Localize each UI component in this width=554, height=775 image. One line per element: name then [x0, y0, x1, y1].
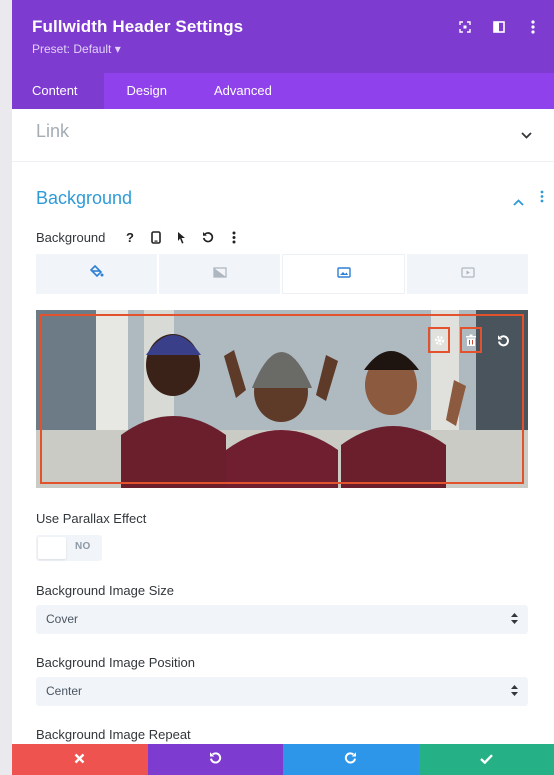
- panel-title: Fullwidth Header Settings: [32, 17, 244, 36]
- split-view-icon[interactable]: [492, 20, 506, 34]
- parallax-label: Use Parallax Effect: [36, 511, 147, 526]
- tab-background-gradient[interactable]: [159, 254, 280, 294]
- parallax-toggle[interactable]: NO: [36, 535, 102, 561]
- background-option-label: Background: [36, 230, 106, 245]
- help-icon[interactable]: ?: [123, 229, 137, 245]
- settings-gear-icon[interactable]: [428, 327, 450, 353]
- image-position-label: Background Image Position: [36, 655, 195, 670]
- section-background-title[interactable]: Background: [36, 188, 132, 209]
- undo-icon: [209, 751, 222, 769]
- image-size-value: Cover: [46, 612, 79, 626]
- reset-icon[interactable]: [492, 327, 514, 353]
- tab-design[interactable]: Design: [104, 73, 194, 109]
- panel-header: Fullwidth Header Settings Preset: Defaul…: [12, 0, 554, 73]
- close-icon: [74, 751, 85, 769]
- tab-content[interactable]: Content: [12, 73, 104, 109]
- redo-button[interactable]: [283, 744, 419, 775]
- select-arrows-icon: [511, 613, 518, 627]
- preset-dropdown[interactable]: Preset: Default ▾: [32, 42, 121, 56]
- background-image-preview[interactable]: [36, 310, 528, 488]
- background-option-tools: ?: [123, 229, 241, 245]
- bottom-action-bar: [12, 744, 554, 775]
- chevron-down-icon: [521, 126, 532, 144]
- redo-icon: [344, 751, 357, 769]
- image-icon: [336, 265, 351, 283]
- section-link-title: Link: [36, 121, 70, 141]
- chevron-up-icon[interactable]: [513, 193, 524, 211]
- undo-button[interactable]: [147, 744, 283, 775]
- save-button[interactable]: [418, 744, 554, 775]
- section-more-icon[interactable]: [540, 190, 544, 208]
- settings-tabs: Content Design Advanced: [12, 73, 554, 109]
- image-position-select[interactable]: Center: [36, 677, 528, 706]
- header-actions: [458, 20, 540, 34]
- toggle-knob: [38, 537, 66, 559]
- tab-background-color[interactable]: [36, 254, 157, 294]
- image-position-value: Center: [46, 684, 83, 698]
- image-size-label: Background Image Size: [36, 583, 175, 598]
- background-type-tabs: [36, 254, 528, 294]
- focus-icon[interactable]: [458, 20, 472, 34]
- reset-icon[interactable]: [201, 229, 215, 245]
- toggle-state: NO: [75, 541, 91, 552]
- section-link-toggle[interactable]: Link: [12, 109, 554, 162]
- more-vertical-icon[interactable]: [526, 20, 540, 34]
- image-repeat-label: Background Image Repeat: [36, 727, 191, 742]
- checkmark-icon: [479, 751, 493, 769]
- hover-pointer-icon[interactable]: [175, 229, 189, 245]
- tab-background-video[interactable]: [407, 254, 528, 294]
- image-size-select[interactable]: Cover: [36, 605, 528, 634]
- video-icon: [460, 265, 475, 283]
- device-phone-icon[interactable]: [149, 229, 163, 245]
- trash-icon[interactable]: [460, 327, 482, 353]
- select-arrows-icon: [511, 685, 518, 699]
- image-actions: [428, 327, 514, 353]
- tab-background-image[interactable]: [282, 254, 405, 294]
- gradient-icon: [212, 265, 227, 283]
- settings-panel: Fullwidth Header Settings Preset: Defaul…: [12, 0, 554, 775]
- discard-button[interactable]: [12, 744, 148, 775]
- more-vertical-icon[interactable]: [227, 229, 241, 245]
- color-fill-icon: [89, 264, 104, 283]
- tab-advanced[interactable]: Advanced: [194, 73, 294, 109]
